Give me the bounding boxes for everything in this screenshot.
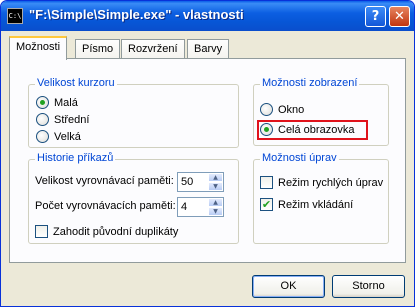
display-options-legend: Možnosti zobrazení: [260, 77, 360, 89]
radio-label: Střední: [54, 113, 90, 126]
buffer-count-label: Počet vyrovnávacích paměti:: [35, 200, 176, 212]
spin-up-icon[interactable]: ▲: [208, 173, 223, 182]
tab-moznosti[interactable]: Možnosti: [9, 36, 68, 60]
discard-duplicates-option[interactable]: Zahodit původní duplikáty: [35, 225, 178, 238]
cursor-size-group: Velikost kurzoru Malá Střední Velká: [28, 77, 239, 148]
close-button[interactable]: ✕: [389, 6, 410, 27]
radio-button[interactable]: [36, 113, 49, 126]
tab-label: Barvy: [194, 43, 223, 55]
checkmark-icon[interactable]: ✔: [260, 198, 273, 211]
radio-mala[interactable]: Malá: [36, 96, 78, 109]
buffer-size-label: Velikost vyrovnávací paměti:: [35, 175, 174, 187]
radio-label: Okno: [278, 103, 305, 116]
help-button[interactable]: ?: [365, 6, 386, 27]
cancel-button[interactable]: Storno: [332, 275, 405, 298]
checkbox[interactable]: [35, 225, 48, 238]
radio-cela-obrazovka[interactable]: Celá obrazovka: [260, 123, 354, 136]
checkbox-label: Režim rychlých úprav: [278, 176, 384, 189]
tab-rozvrzeni[interactable]: Rozvržení: [121, 39, 185, 59]
radio-button[interactable]: [36, 130, 49, 143]
radio-label: Celá obrazovka: [278, 123, 355, 136]
radio-button[interactable]: [260, 103, 273, 116]
edit-options-legend: Možnosti úprav: [260, 152, 339, 164]
tab-barvy[interactable]: Barvy: [187, 39, 230, 59]
checkbox-label: Zahodit původní duplikáty: [53, 225, 179, 238]
radio-velka[interactable]: Velká: [36, 130, 81, 143]
title-bar[interactable]: C:\ "F:\Simple\Simple.exe" - vlastnosti …: [1, 1, 414, 31]
ok-button[interactable]: OK: [252, 275, 325, 298]
tab-label: Rozvržení: [128, 43, 178, 55]
console-app-icon[interactable]: C:\: [7, 8, 23, 24]
buffer-size-value[interactable]: 50: [181, 176, 193, 188]
options-panel: Velikost kurzoru Malá Střední Velká Hist…: [9, 58, 406, 263]
checkbox-label: Režim vkládání: [278, 198, 354, 211]
radio-button-selected[interactable]: [36, 96, 49, 109]
buffer-count-value[interactable]: 4: [181, 201, 187, 213]
radio-stredni[interactable]: Střední: [36, 113, 89, 126]
radio-okno[interactable]: Okno: [260, 103, 304, 116]
tab-label: Možnosti: [16, 41, 61, 53]
display-options-group: Možnosti zobrazení Okno Celá obrazovka: [253, 77, 389, 146]
radio-label: Velká: [54, 130, 81, 143]
edit-options-group: Možnosti úprav Režim rychlých úprav ✔ Re…: [253, 152, 389, 244]
tab-label: Písmo: [82, 43, 114, 55]
spin-down-icon[interactable]: ▼: [208, 182, 223, 191]
command-history-legend: Historie příkazů: [35, 152, 116, 164]
spin-up-icon[interactable]: ▲: [208, 198, 223, 207]
cursor-size-legend: Velikost kurzoru: [35, 77, 117, 89]
insert-mode-option[interactable]: ✔ Režim vkládání: [260, 198, 353, 211]
buffer-size-stepper[interactable]: 50 ▲ ▼: [177, 172, 224, 192]
radio-button-selected[interactable]: [260, 123, 273, 136]
properties-window: C:\ "F:\Simple\Simple.exe" - vlastnosti …: [0, 0, 415, 307]
tab-pismo[interactable]: Písmo: [75, 39, 121, 59]
window-title: "F:\Simple\Simple.exe" - vlastnosti: [29, 7, 244, 22]
command-history-group: Historie příkazů Velikost vyrovnávací pa…: [28, 152, 239, 244]
checkbox[interactable]: [260, 176, 273, 189]
quick-edit-option[interactable]: Režim rychlých úprav: [260, 176, 383, 189]
spin-down-icon[interactable]: ▼: [208, 207, 223, 216]
radio-label: Malá: [54, 96, 78, 109]
buffer-count-stepper[interactable]: 4 ▲ ▼: [177, 197, 224, 217]
